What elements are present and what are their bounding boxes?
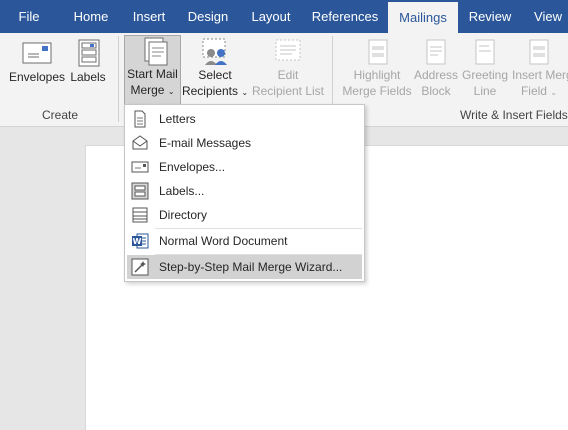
highlight-merge-fields-icon [368,39,388,65]
select-recipients-label-1: Select [198,68,232,82]
select-recipients-label-2: Recipients ⌄ [181,84,249,98]
start-mail-merge-label-1: Start Mail [127,67,178,81]
group-separator [118,36,119,122]
envelopes-button[interactable]: Envelopes [6,37,68,105]
tab-home[interactable]: Home [66,0,116,33]
address-block-icon [426,39,446,65]
menu-item-label: E-mail Messages [159,136,252,150]
insert-merge-field-label-1: Insert Merge [512,68,568,82]
directory-icon [132,207,148,223]
menu-item-directory[interactable]: Directory [127,203,362,227]
address-block-label-2: Block [421,84,451,98]
tab-mailings[interactable]: Mailings [388,2,458,33]
edit-recipient-list-button[interactable]: Edit Recipient List [250,37,326,105]
menu-item-letters[interactable]: Letters [127,107,362,131]
wizard-icon [131,258,149,276]
tab-design[interactable]: Design [182,0,234,33]
highlight-merge-fields-label-2: Merge Fields [342,84,412,98]
menu-item-label: Labels... [159,184,205,198]
start-mail-merge-button[interactable]: Start Mail Merge ⌄ [124,35,181,107]
svg-text:W: W [133,237,142,246]
menu-item-envelopes[interactable]: Envelopes... [127,155,362,179]
chevron-down-icon: ⌄ [550,88,558,97]
edit-recipient-list-icon [275,39,301,61]
edit-recipient-list-label-2: Recipient List [251,84,325,98]
menu-item-labels[interactable]: Labels... [127,179,362,203]
envelopes-label: Envelopes [8,70,66,84]
ribbon-tab-bar: File Home Insert Design Layout Reference… [0,0,568,33]
tab-review[interactable]: Review [464,0,516,33]
select-recipients-icon [202,38,227,65]
tab-layout[interactable]: Layout [244,0,298,33]
word-icon: W [132,233,149,249]
menu-item-label: Letters [159,112,196,126]
labels-label: Labels [70,70,106,84]
menu-item-normal-word-document[interactable]: W Normal Word Document [127,229,362,253]
menu-item-mail-merge-wizard[interactable]: Step-by-Step Mail Merge Wizard... [127,255,362,279]
chevron-down-icon: ⌄ [241,88,249,97]
menu-item-email-messages[interactable]: E-mail Messages [127,131,362,155]
start-mail-merge-icon [144,37,167,66]
address-block-button[interactable]: Address Block [412,37,460,105]
chevron-down-icon: ⌄ [167,87,175,96]
start-mail-merge-label-2: Merge ⌄ [130,83,175,97]
highlight-merge-fields-button[interactable]: Highlight Merge Fields [340,37,414,105]
greeting-line-button[interactable]: Greeting Line [460,37,510,105]
greeting-line-label-2: Line [473,84,497,98]
highlight-merge-fields-label-1: Highlight [353,68,401,82]
menu-item-label: Envelopes... [159,160,226,174]
menu-item-label: Step-by-Step Mail Merge Wizard... [159,260,343,274]
greeting-line-icon [475,39,495,65]
labels-button[interactable]: Labels [68,37,108,105]
menu-item-label: Normal Word Document [159,234,288,248]
insert-merge-field-button[interactable]: Insert Merge Field ⌄ [510,37,568,105]
tab-references[interactable]: References [308,0,382,33]
labels-icon [131,182,149,200]
select-recipients-button[interactable]: Select Recipients ⌄ [180,37,250,105]
insert-merge-field-icon [529,39,549,65]
tab-file[interactable]: File [8,0,50,33]
greeting-line-label-1: Greeting [461,68,509,82]
menu-item-label: Directory [159,208,208,222]
envelope-icon [22,42,52,64]
email-icon [132,135,148,150]
letter-icon [134,110,146,128]
insert-merge-field-label-2: Field ⌄ [520,84,558,98]
start-mail-merge-menu: Letters E-mail Messages Envelopes... Lab… [124,104,365,282]
tab-insert[interactable]: Insert [124,0,174,33]
group-label-create: Create [42,108,79,122]
address-block-label-1: Address [413,68,459,82]
edit-recipient-list-label-1: Edit [277,68,299,82]
tab-view[interactable]: View [528,0,568,33]
group-label-write-insert: Write & Insert Fields [460,108,568,122]
envelope-icon [131,161,149,173]
labels-icon [78,39,100,67]
